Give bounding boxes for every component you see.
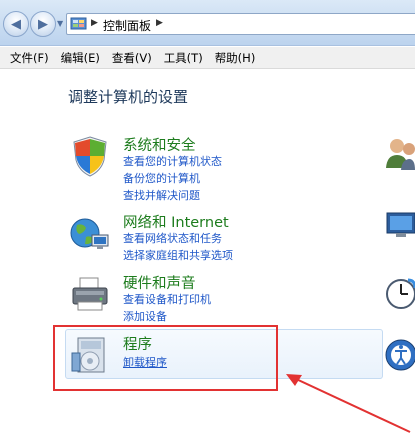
recent-pages-dropdown-icon[interactable]: ▼ bbox=[57, 19, 65, 29]
link-network-status[interactable]: 查看网络状态和任务 bbox=[123, 230, 222, 246]
breadcrumb-separator-icon[interactable]: ▶ bbox=[91, 18, 98, 28]
user-accounts-icon bbox=[386, 139, 415, 170]
link-add-device[interactable]: 添加设备 bbox=[123, 308, 167, 324]
menu-tools[interactable]: 工具(T) bbox=[158, 50, 209, 66]
category-system-security: 系统和安全 查看您的计算机状态 备份您的计算机 查找并解决问题 bbox=[68, 134, 318, 202]
address-bar[interactable]: ▶ 控制面板 ▶ bbox=[66, 13, 415, 35]
menu-bar: 文件(F) 编辑(E) 查看(V) 工具(T) 帮助(H) bbox=[0, 47, 415, 69]
navigation-bar: ◀ ▶ ▼ ▶ 控制面板 ▶ bbox=[0, 0, 415, 46]
link-homegroup-sharing[interactable]: 选择家庭组和共享选项 bbox=[123, 247, 233, 263]
breadcrumb-control-panel[interactable]: 控制面板 bbox=[103, 17, 151, 34]
link-devices-printers[interactable]: 查看设备和打印机 bbox=[123, 291, 211, 307]
menu-help[interactable]: 帮助(H) bbox=[209, 50, 262, 66]
network-globe-icon bbox=[70, 218, 109, 249]
menu-edit[interactable]: 编辑(E) bbox=[55, 50, 106, 66]
menu-file[interactable]: 文件(F) bbox=[4, 50, 55, 66]
category-network-internet: 网络和 Internet 查看网络状态和任务 选择家庭组和共享选项 bbox=[68, 211, 318, 263]
category-title[interactable]: 系统和安全 bbox=[123, 134, 196, 155]
clock-region-icon bbox=[386, 278, 415, 309]
forward-button[interactable]: ▶ bbox=[30, 11, 56, 37]
category-title[interactable]: 硬件和声音 bbox=[123, 272, 196, 293]
annotation-highlight-box bbox=[53, 325, 278, 391]
link-backup-computer[interactable]: 备份您的计算机 bbox=[123, 170, 200, 186]
page-title: 调整计算机的设置 bbox=[68, 88, 189, 106]
printer-icon bbox=[72, 277, 108, 311]
appearance-icon bbox=[386, 212, 415, 237]
back-arrow-icon: ◀ bbox=[11, 16, 21, 32]
shield-icon bbox=[73, 136, 107, 177]
link-troubleshoot[interactable]: 查找并解决问题 bbox=[123, 187, 200, 203]
control-panel-icon bbox=[70, 17, 87, 30]
link-view-computer-status[interactable]: 查看您的计算机状态 bbox=[123, 153, 222, 169]
ease-of-access-icon bbox=[385, 339, 415, 371]
breadcrumb-separator-icon[interactable]: ▶ bbox=[156, 18, 163, 28]
forward-arrow-icon: ▶ bbox=[38, 16, 48, 32]
category-title[interactable]: 网络和 Internet bbox=[123, 211, 229, 232]
category-hardware-sound: 硬件和声音 查看设备和打印机 添加设备 bbox=[68, 272, 318, 324]
menu-view[interactable]: 查看(V) bbox=[106, 50, 158, 66]
back-button[interactable]: ◀ bbox=[3, 11, 29, 37]
